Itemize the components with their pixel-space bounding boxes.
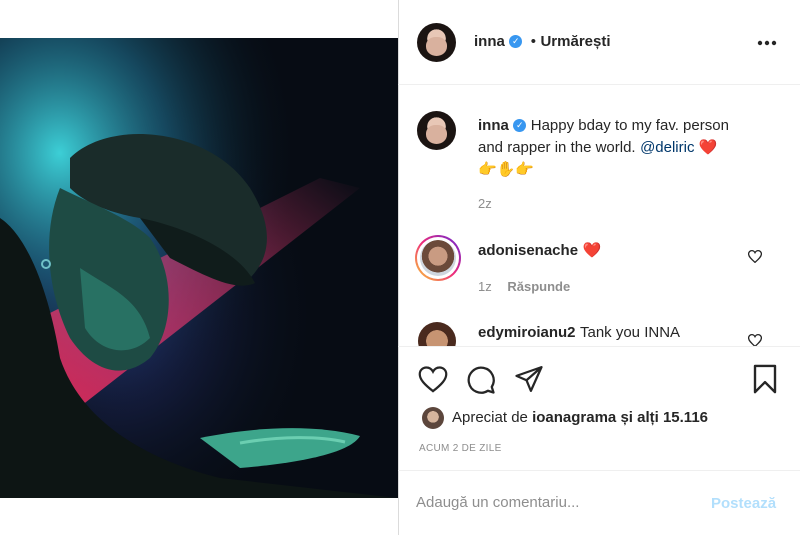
- comment-text: ❤️: [582, 242, 602, 259]
- post-image[interactable]: [0, 38, 398, 498]
- comment-2-clip: edymiroianu2 Tank you INNA: [398, 316, 800, 346]
- comment-box-divider: [398, 470, 800, 471]
- comment-time[interactable]: 1z: [478, 279, 492, 294]
- comment-text: Tank you INNA: [579, 324, 681, 341]
- liker-username[interactable]: ioanagrama: [532, 409, 616, 426]
- caption-mention[interactable]: @deliric: [640, 139, 694, 156]
- commenter-username[interactable]: adonisenache: [478, 242, 578, 259]
- commenter-avatar[interactable]: [418, 322, 456, 346]
- post-timestamp[interactable]: ACUM 2 DE ZILE: [419, 443, 502, 454]
- likes-prefix: Apreciat de: [452, 409, 528, 426]
- caption-emojis: 👉✋👉: [478, 161, 535, 178]
- commenter-avatar[interactable]: [420, 240, 456, 276]
- verified-icon: ✓: [509, 35, 523, 49]
- caption-avatar[interactable]: [417, 111, 456, 150]
- post-header: inna ✓ • Urmărești: [474, 33, 611, 51]
- comment-like-icon[interactable]: [748, 334, 762, 346]
- post-comment-button[interactable]: Postează: [711, 495, 776, 512]
- bookmark-icon[interactable]: [752, 364, 778, 394]
- caption: inna ✓ Happy bday to my fav. person and …: [478, 115, 778, 181]
- caption-text-line2: and rapper in the world.: [478, 139, 636, 156]
- likes-summary: Apreciat de ioanagrama și alți 15.116: [452, 409, 708, 426]
- author-avatar[interactable]: [417, 23, 456, 62]
- comment-input[interactable]: [416, 489, 686, 515]
- header-divider: [398, 84, 800, 85]
- comment-like-icon[interactable]: [748, 250, 762, 263]
- caption-heart: ❤️: [698, 139, 718, 156]
- caption-time[interactable]: 2z: [478, 196, 492, 211]
- likes-others[interactable]: și alți 15.116: [620, 409, 708, 426]
- ellipsis-icon[interactable]: [757, 40, 777, 46]
- author-username[interactable]: inna: [474, 33, 505, 50]
- commenter-username[interactable]: edymiroianu2: [478, 324, 576, 341]
- following-status[interactable]: Urmărești: [540, 33, 610, 50]
- post-photo-art: [0, 38, 398, 498]
- follow-separator: •: [530, 33, 537, 50]
- verified-icon: ✓: [513, 119, 527, 133]
- paper-plane-icon[interactable]: [514, 365, 544, 393]
- heart-outline-icon[interactable]: [418, 366, 448, 393]
- caption-username[interactable]: inna: [478, 117, 509, 134]
- comment-icon[interactable]: [466, 365, 496, 395]
- comments-divider: [398, 346, 800, 347]
- comment-1: adonisenache ❤️: [478, 241, 601, 260]
- caption-text-line1: Happy bday to my fav. person: [530, 117, 729, 134]
- comment-1-meta: 1z Răspunde: [478, 279, 570, 294]
- reply-button[interactable]: Răspunde: [507, 279, 570, 294]
- liker-avatar[interactable]: [422, 407, 444, 429]
